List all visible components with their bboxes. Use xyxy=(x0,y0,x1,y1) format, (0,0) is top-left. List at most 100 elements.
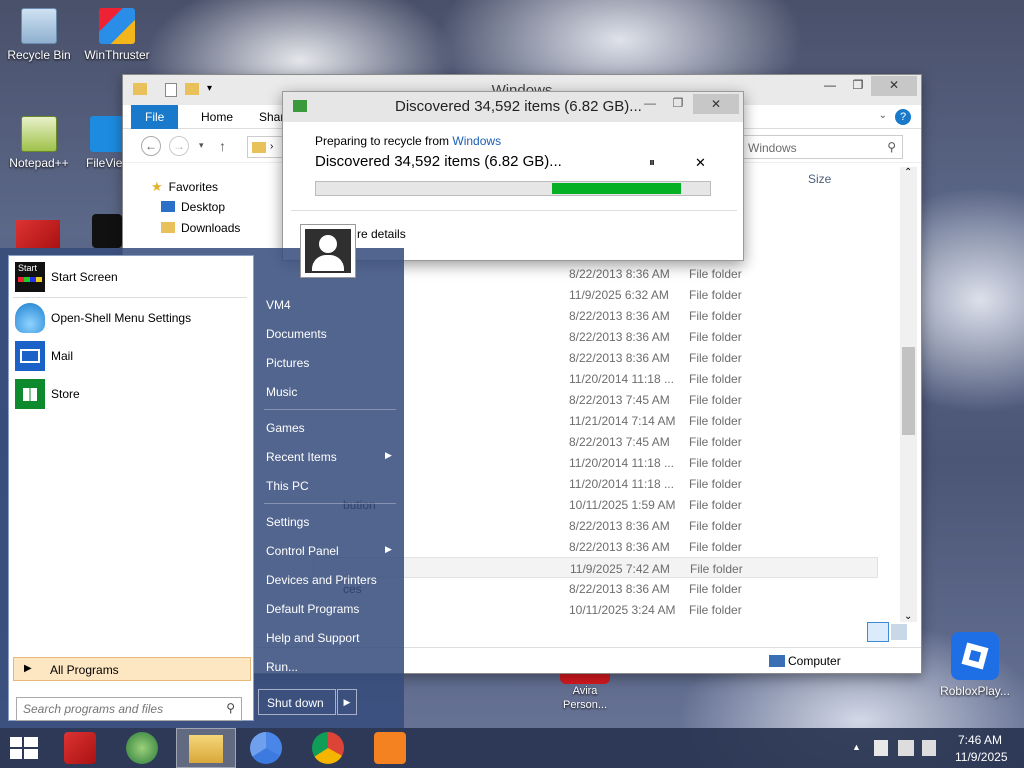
row-date: 8/22/2013 7:45 AM xyxy=(569,435,670,449)
desktop-icon-roblox[interactable]: RobloxPlay... xyxy=(930,632,1020,698)
windows-start-icon[interactable] xyxy=(10,737,38,759)
start-search-input[interactable] xyxy=(23,699,213,719)
store-icon xyxy=(15,379,45,409)
start-item-store[interactable]: Store xyxy=(13,378,251,410)
start-search-box[interactable]: ⚲ xyxy=(16,697,242,721)
copy-icon xyxy=(293,100,307,112)
cancel-button[interactable]: ✕ xyxy=(695,155,706,171)
minimize-button[interactable]: — xyxy=(817,76,843,96)
row-date: 8/22/2013 8:36 AM xyxy=(569,309,670,323)
desktop-icon-red[interactable] xyxy=(16,220,60,248)
row-date: 8/22/2013 8:36 AM xyxy=(569,267,670,281)
start-right-documents[interactable]: Documents xyxy=(266,327,327,341)
tab-home[interactable]: Home xyxy=(187,105,247,129)
forward-button[interactable]: → xyxy=(169,136,189,156)
desktop-icon-label: Avira Person... xyxy=(562,685,608,711)
start-right-run[interactable]: Run... xyxy=(266,660,298,674)
row-type: File folder xyxy=(689,519,742,533)
search-icon: ⚲ xyxy=(226,701,235,715)
clock-date[interactable]: 11/9/2025 xyxy=(955,750,1008,764)
start-right-settings[interactable]: Settings xyxy=(266,515,309,529)
more-details-link[interactable]: re details xyxy=(357,227,406,241)
recent-locations-icon[interactable]: ▾ xyxy=(199,140,204,151)
roblox-icon xyxy=(951,632,999,680)
taskbar-chrome-blue-icon[interactable] xyxy=(250,732,282,764)
taskbar-chrome-icon[interactable] xyxy=(312,732,344,764)
desktop-icon-avira[interactable]: Avira Person... xyxy=(540,684,630,712)
all-programs-button[interactable]: ▶ All Programs xyxy=(13,657,251,681)
start-item-open-shell-settings[interactable]: Open-Shell Menu Settings xyxy=(13,302,251,334)
clock-time[interactable]: 7:46 AM xyxy=(958,733,1002,747)
help-icon[interactable]: ? xyxy=(895,109,911,125)
nav-favorites[interactable]: ★ Favorites xyxy=(151,179,218,195)
dialog-maximize-button[interactable]: ❐ xyxy=(665,94,691,114)
address-folder-icon xyxy=(252,142,266,153)
avira-icon xyxy=(560,674,610,684)
scroll-down-icon[interactable]: ⌄ xyxy=(904,611,912,622)
dialog-titlebar[interactable]: Discovered 34,592 items (6.82 GB)... — ❐… xyxy=(283,92,743,122)
back-button[interactable]: ← xyxy=(141,136,161,156)
start-right-control-panel[interactable]: Control Panel ▶ xyxy=(266,544,392,558)
row-type: File folder xyxy=(689,435,742,449)
taskbar-globe-icon[interactable] xyxy=(126,732,158,764)
start-right-recent-items[interactable]: Recent Items ▶ xyxy=(266,450,392,464)
desktop-icon-label: WinThruster xyxy=(84,48,150,62)
row-type: File folder xyxy=(689,456,742,470)
desktop-icon-winthruster[interactable]: WinThruster xyxy=(72,8,162,62)
row-type: File folder xyxy=(689,477,742,491)
ribbon-expand-icon[interactable]: ⌄ xyxy=(879,110,887,121)
close-button[interactable]: ✕ xyxy=(871,76,917,96)
taskbar-explorer-button[interactable] xyxy=(176,728,236,768)
taskbar-store-bag-icon[interactable] xyxy=(374,732,406,764)
shut-down-button[interactable]: Shut down xyxy=(258,689,336,715)
dialog-minimize-button[interactable]: — xyxy=(637,94,663,114)
scroll-up-icon[interactable]: ⌃ xyxy=(904,167,912,178)
start-right-vm4[interactable]: VM4 xyxy=(266,298,291,312)
up-button[interactable]: ↑ xyxy=(219,138,226,154)
start-right-this-pc[interactable]: This PC xyxy=(266,479,309,493)
show-hidden-icons[interactable]: ▲ xyxy=(852,742,861,752)
computer-icon xyxy=(769,655,785,667)
pause-button[interactable]: ⏸ xyxy=(649,155,655,170)
row-date: 8/22/2013 8:36 AM xyxy=(569,519,670,533)
row-type: File folder xyxy=(689,330,742,344)
start-item-start-screen[interactable]: Start Start Screen xyxy=(13,261,251,293)
details-view-button[interactable] xyxy=(867,622,889,642)
row-type: File folder xyxy=(689,498,742,512)
column-header-size[interactable]: Size xyxy=(808,172,831,186)
start-menu-separator xyxy=(13,297,247,298)
desktop-icon xyxy=(161,201,175,212)
large-icons-view-button[interactable] xyxy=(891,624,907,640)
desktop-icon-dark[interactable] xyxy=(92,214,122,248)
row-type: File folder xyxy=(689,540,742,554)
row-date: 8/22/2013 7:45 AM xyxy=(569,393,670,407)
row-date: 11/20/2014 11:18 ... xyxy=(569,477,674,491)
nav-desktop[interactable]: Desktop xyxy=(161,200,225,214)
scroll-thumb[interactable] xyxy=(902,347,915,435)
desktop-icon-fileviewer[interactable]: FileVie xyxy=(72,116,122,170)
start-right-pictures[interactable]: Pictures xyxy=(266,356,309,370)
vertical-scrollbar[interactable]: ⌃ ⌄ xyxy=(900,167,917,622)
file-explorer-icon xyxy=(189,735,223,763)
maximize-button[interactable]: ❐ xyxy=(845,76,871,96)
start-right-games[interactable]: Games xyxy=(266,421,305,435)
source-folder-link[interactable]: Windows xyxy=(452,134,501,148)
start-right-default-programs[interactable]: Default Programs xyxy=(266,602,359,616)
start-right-devices-printers[interactable]: Devices and Printers xyxy=(266,573,377,587)
network-icon[interactable] xyxy=(898,740,914,756)
start-item-mail[interactable]: Mail xyxy=(13,340,251,372)
row-date: 8/22/2013 8:36 AM xyxy=(569,330,670,344)
shut-down-options-button[interactable]: ▶ xyxy=(337,689,357,715)
nav-downloads[interactable]: Downloads xyxy=(161,221,240,235)
volume-muted-icon[interactable] xyxy=(922,740,936,756)
dialog-close-button[interactable]: ✕ xyxy=(693,94,739,114)
start-right-music[interactable]: Music xyxy=(266,385,297,399)
start-right-help-support[interactable]: Help and Support xyxy=(266,631,359,645)
search-box[interactable]: Windows ⚲ xyxy=(743,135,903,159)
taskbar-red-app-icon[interactable] xyxy=(64,732,96,764)
user-avatar[interactable] xyxy=(300,224,356,278)
winthruster-icon xyxy=(99,8,135,44)
action-center-icon[interactable] xyxy=(874,740,888,756)
row-date: 10/11/2025 1:59 AM xyxy=(569,498,676,512)
tab-file[interactable]: File xyxy=(131,105,179,129)
